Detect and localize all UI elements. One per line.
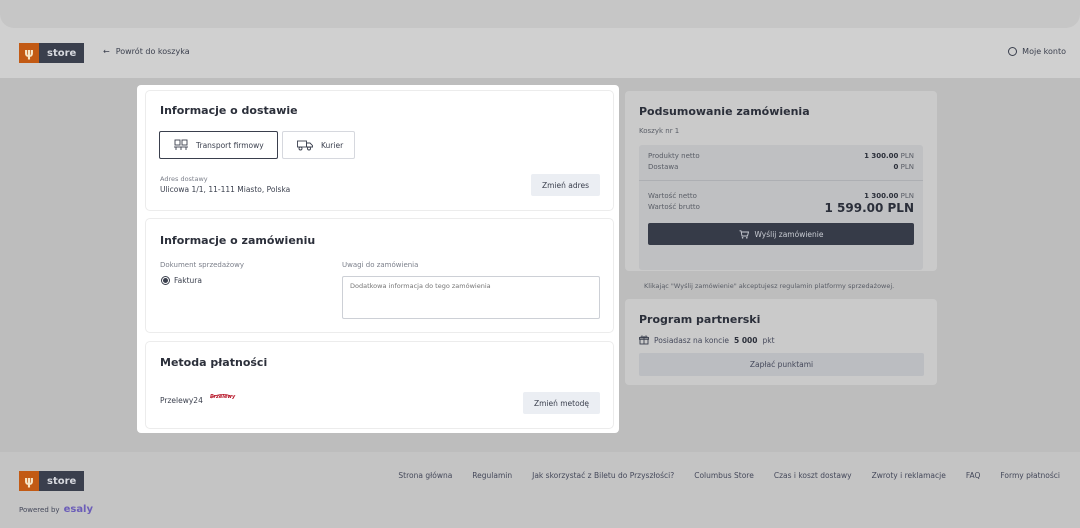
back-to-cart-label: Powrót do koszyka <box>115 47 190 56</box>
footer <box>0 452 1080 528</box>
user-icon <box>1008 47 1018 56</box>
delivery-option-courier-label: Kurier <box>321 140 344 150</box>
footer-link-faq[interactable]: FAQ <box>966 471 981 480</box>
gift-icon <box>639 335 649 345</box>
net-products-amount: 1 300.00 PLN <box>864 152 914 160</box>
truck-icon <box>297 140 313 150</box>
footer-link-payments[interactable]: Formy płatności <box>1000 471 1060 480</box>
total-gross-label: Wartość brutto <box>648 203 700 211</box>
points-unit: pkt <box>762 335 775 345</box>
total-net-value: 1 300.00 <box>864 192 899 200</box>
summary-divider <box>639 180 923 181</box>
net-products-label: Produkty netto <box>648 152 700 160</box>
powered-by: Powered by esaly <box>19 504 93 515</box>
address-label: Adres dostawy <box>160 175 208 183</box>
net-products-value: 1 300.00 <box>864 152 899 160</box>
header-top-bar <box>0 0 1080 28</box>
footer-logo-mark-icon: ψ <box>19 471 39 491</box>
footer-link-columbus[interactable]: Columbus Store <box>694 471 754 480</box>
delivery-cost-label: Dostawa <box>648 163 679 171</box>
store-logo[interactable]: ψ store <box>19 43 85 63</box>
footer-link-returns[interactable]: Zwroty i reklamacje <box>872 471 946 480</box>
logo-mark-icon: ψ <box>19 43 39 63</box>
terms-notice: Klikając "Wyślij zamówienie" akceptujesz… <box>644 282 895 290</box>
account-link[interactable]: Moje konto <box>1008 47 1066 56</box>
arrow-left-icon: ← <box>103 47 110 56</box>
send-order-button[interactable]: Wyślij zamówienie <box>648 223 914 245</box>
pay-with-points-button[interactable]: Zapłać punktami <box>639 353 924 376</box>
points-balance: Posiadasz na koncie 5 000 pkt <box>639 335 775 345</box>
delivery-card: Informacje o dostawie Transport firmowy … <box>146 91 613 210</box>
pallet-icon <box>174 139 188 150</box>
przelewy24-logo-swoosh-icon <box>210 394 232 399</box>
summary-title: Podsumowanie zamówienia <box>639 105 810 118</box>
order-info-card: Informacje o zamówieniu Dokument sprzeda… <box>146 219 613 332</box>
esaly-logo[interactable]: esaly <box>64 504 93 515</box>
invoice-label: Faktura <box>174 276 202 285</box>
radio-dot-icon <box>163 278 168 283</box>
payment-card: Metoda płatności Przelewy24 Przelewy Zmi… <box>146 342 613 428</box>
total-gross-amount: 1 599.00 PLN <box>824 201 915 215</box>
sales-document-label: Dokument sprzedażowy <box>160 261 244 269</box>
delivery-option-courier[interactable]: Kurier <box>282 131 355 159</box>
payment-method-label: Przelewy24 <box>160 396 203 405</box>
powered-by-label: Powered by <box>19 505 60 514</box>
total-net-amount: 1 300.00 PLN <box>864 192 914 200</box>
payment-title: Metoda płatności <box>160 356 268 369</box>
total-net-currency: PLN <box>900 192 914 200</box>
footer-store-logo[interactable]: ψ store <box>19 471 85 491</box>
change-payment-button[interactable]: Zmień metodę <box>523 392 600 414</box>
send-order-label: Wyślij zamówienie <box>754 229 824 239</box>
footer-logo-text: store <box>39 471 85 491</box>
footer-link-delivery[interactable]: Czas i koszt dostawy <box>774 471 852 480</box>
delivery-option-company-label: Transport firmowy <box>196 140 264 150</box>
back-to-cart-link[interactable]: ← Powrót do koszyka <box>103 47 190 56</box>
delivery-cost-value: 0 <box>893 163 899 171</box>
footer-link-home[interactable]: Strona główna <box>398 471 452 480</box>
cart-icon <box>739 229 749 239</box>
address-value: Ulicowa 1/1, 11-111 Miasto, Polska <box>160 185 291 194</box>
delivery-cost-amount: 0 PLN <box>894 163 914 171</box>
total-net-label: Wartość netto <box>648 192 697 200</box>
points-value: 5 000 <box>734 335 758 345</box>
logo-text: store <box>39 43 85 63</box>
partner-title: Program partnerski <box>639 313 761 326</box>
delivery-option-company[interactable]: Transport firmowy <box>159 131 278 159</box>
footer-links: Strona główna Regulamin Jak skorzystać z… <box>378 471 1060 480</box>
change-address-button[interactable]: Zmień adres <box>531 174 600 196</box>
cart-number-label: Koszyk nr 1 <box>639 127 680 135</box>
order-notes-label: Uwagi do zamówienia <box>342 261 419 269</box>
invoice-radio[interactable] <box>161 276 170 285</box>
points-prefix: Posiadasz na koncie <box>654 335 729 345</box>
delivery-title: Informacje o dostawie <box>160 104 298 117</box>
order-info-title: Informacje o zamówieniu <box>160 234 316 247</box>
account-label: Moje konto <box>1022 47 1066 56</box>
delivery-cost-currency: PLN <box>900 163 914 171</box>
net-products-currency: PLN <box>900 152 914 160</box>
footer-link-ticket[interactable]: Jak skorzystać z Biletu do Przyszłości? <box>532 471 674 480</box>
footer-link-terms[interactable]: Regulamin <box>472 471 512 480</box>
order-notes-input[interactable] <box>342 276 600 319</box>
